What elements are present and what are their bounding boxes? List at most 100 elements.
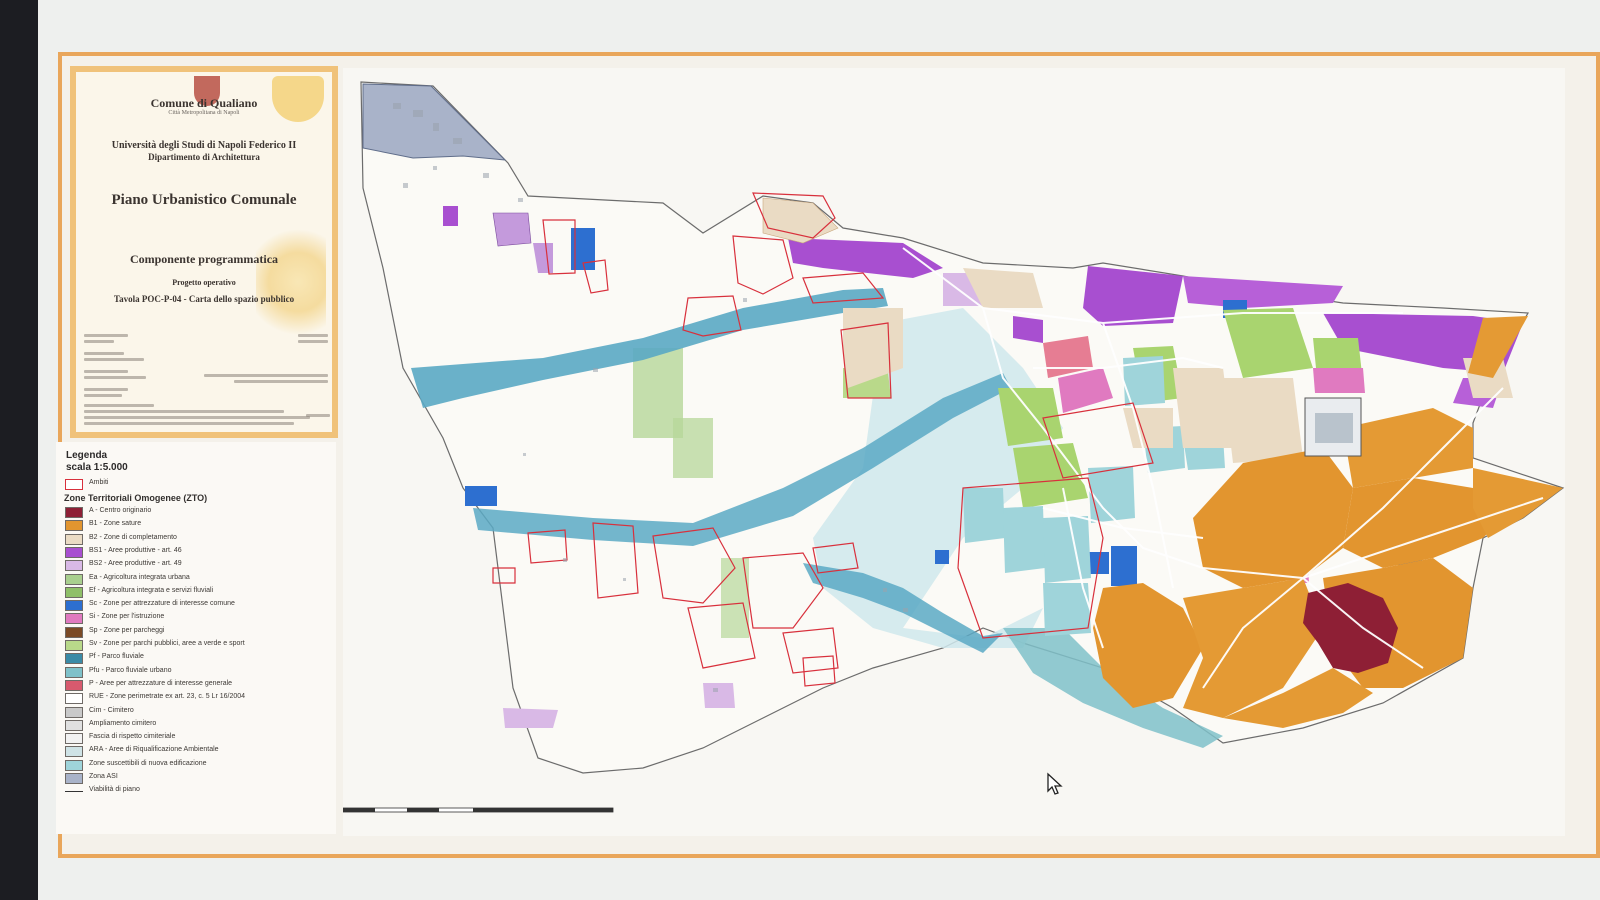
legend-swatch bbox=[65, 573, 83, 585]
legend-item-label: P - Aree per attrezzature di interesse g… bbox=[89, 679, 233, 687]
legend-swatch bbox=[65, 520, 83, 532]
department-name: Dipartimento di Architettura bbox=[148, 152, 260, 162]
legend-item: Viabilità di piano bbox=[65, 785, 335, 798]
ambiti-swatch bbox=[65, 479, 83, 490]
legend-swatch bbox=[65, 773, 83, 784]
legend-item: Fascia di rispetto cimiteriale bbox=[65, 732, 335, 745]
legend-item-label: Si - Zone per l'istruzione bbox=[89, 613, 165, 621]
legend-swatch bbox=[65, 600, 83, 612]
legend-item: Sv - Zone per parchi pubblici, aree a ve… bbox=[65, 639, 335, 652]
legend-item: Cim - Cimitero bbox=[65, 706, 335, 719]
legend-panel: Legenda scala 1:5.000 Ambiti Zone Territ… bbox=[56, 442, 336, 834]
legend-item-label: BS1 - Aree produttive - art. 46 bbox=[89, 546, 182, 554]
legend-item-label: B1 - Zone sature bbox=[89, 520, 142, 528]
legend-item-label: B2 - Zone di completamento bbox=[89, 533, 177, 541]
legend-swatch bbox=[65, 626, 83, 638]
legend-swatch bbox=[65, 666, 83, 678]
legend-item-label: Ef - Agricoltura integrata e servizi flu… bbox=[89, 586, 214, 594]
tavola-title: Tavola POC-P-04 - Carta dello spazio pub… bbox=[113, 294, 295, 304]
zone-pfu bbox=[1003, 506, 1045, 573]
legend-item-label: A - Centro originario bbox=[89, 507, 152, 514]
legend-item: A - Centro originario bbox=[65, 506, 335, 519]
legend-item: RUE - Zone perimetrate ex art. 23, c. 5 … bbox=[65, 692, 335, 705]
map-frame bbox=[343, 68, 1565, 836]
legend-item-label: Zona ASI bbox=[89, 773, 118, 780]
legend-item: Ampliamento cimitero bbox=[65, 719, 335, 732]
legend-swatch bbox=[65, 653, 83, 665]
city-name: Città Metropolitana di Napoli bbox=[168, 110, 240, 116]
legend-item-ambiti: Ambiti bbox=[65, 478, 335, 491]
zone-pfu bbox=[963, 488, 1005, 543]
zone-bs1 bbox=[443, 206, 458, 226]
legend-item-label: Zone suscettibili di nuova edificazione bbox=[89, 759, 207, 767]
legend-swatch bbox=[65, 586, 83, 598]
zone-sc bbox=[465, 486, 497, 506]
legend-swatch bbox=[65, 693, 83, 705]
zto-heading: Zone Territoriali Omogenee (ZTO) bbox=[64, 493, 208, 503]
legend-item-label: Ambiti bbox=[89, 479, 109, 486]
legend-item: Pf - Parco fluviale bbox=[65, 652, 335, 665]
legend-item: Sc - Zone per attrezzature di interesse … bbox=[65, 599, 335, 612]
cemetery-core bbox=[1315, 413, 1353, 443]
mouse-cursor-icon bbox=[1047, 772, 1063, 795]
zone-pfu bbox=[1043, 516, 1091, 583]
plan-title: Piano Urbanistico Comunale bbox=[111, 192, 297, 208]
legend-item: B2 - Zone di completamento bbox=[65, 533, 335, 546]
legend-item-label: Pf - Parco fluviale bbox=[89, 653, 144, 661]
legend-scale: scala 1:5.000 bbox=[66, 462, 128, 473]
zone-sv bbox=[998, 388, 1063, 446]
zone-p bbox=[1313, 368, 1365, 393]
zone-bs1 bbox=[1083, 266, 1183, 326]
legend-item-label: Fascia di rispetto cimiteriale bbox=[89, 733, 176, 741]
legend-item-label: Ea - Agricoltura integrata urbana bbox=[89, 573, 190, 581]
component-title: Componente programmatica bbox=[129, 252, 279, 266]
legend-item: Sp - Zone per parcheggi bbox=[65, 626, 335, 639]
legend-item: Zona ASI bbox=[65, 772, 335, 785]
legend-swatch bbox=[65, 791, 83, 793]
zone-pfu bbox=[1088, 466, 1135, 523]
title-block: Comune di Qualiano Città Metropolitana d… bbox=[70, 66, 338, 438]
zoning-map bbox=[343, 81, 1565, 813]
legend-item: Zone suscettibili di nuova edificazione bbox=[65, 759, 335, 772]
project-subtitle: Progetto operativo bbox=[172, 278, 236, 287]
legend-swatch bbox=[65, 679, 83, 691]
legend-item-label: Cim - Cimitero bbox=[89, 706, 134, 714]
legend-item-label: Sc - Zone per attrezzature di interesse … bbox=[89, 600, 235, 608]
zone-sc bbox=[1111, 546, 1137, 586]
zone-bs2 bbox=[703, 683, 735, 708]
scale-bar bbox=[343, 807, 614, 813]
legend-swatch bbox=[65, 560, 83, 572]
credits-text-block bbox=[84, 330, 330, 430]
legend-item-label: Sv - Zone per parchi pubblici, aree a ve… bbox=[89, 640, 245, 647]
legend-item: Si - Zone per l'istruzione bbox=[65, 612, 335, 625]
legend-item: BS1 - Aree produttive - art. 46 bbox=[65, 546, 335, 559]
legend-swatch bbox=[65, 546, 83, 558]
legend-item-label: Viabilità di piano bbox=[89, 786, 140, 794]
zone-bs1 bbox=[1183, 276, 1343, 308]
university-name: Università degli Studi di Napoli Federic… bbox=[111, 140, 297, 151]
legend-item-label: ARA - Aree di Riqualificazione Ambiental… bbox=[89, 746, 219, 754]
legend-item: ARA - Aree di Riqualificazione Ambiental… bbox=[65, 745, 335, 758]
legend-swatch bbox=[65, 746, 83, 758]
zone-b1 bbox=[1473, 468, 1563, 538]
legend-item-label: BS2 - Aree produttive - art. 49 bbox=[89, 560, 182, 568]
zone-asi bbox=[362, 83, 507, 161]
legend-swatch bbox=[65, 533, 83, 545]
zone-bs2 bbox=[492, 212, 532, 247]
legend-item-label: Ampliamento cimitero bbox=[89, 719, 157, 727]
zone-b2 bbox=[1223, 378, 1303, 463]
legend-item-label: RUE - Zone perimetrate ex art. 23, c. 5 … bbox=[89, 693, 246, 701]
legend-item-label: Pfu - Parco fluviale urbano bbox=[89, 666, 172, 674]
legend-swatch bbox=[65, 759, 83, 771]
legend-item: Ef - Agricoltura integrata e servizi flu… bbox=[65, 586, 335, 599]
legend-item: Pfu - Parco fluviale urbano bbox=[65, 666, 335, 679]
legend-item: BS2 - Aree produttive - art. 49 bbox=[65, 559, 335, 572]
legend-item: Ea - Agricoltura integrata urbana bbox=[65, 573, 335, 586]
legend-swatch bbox=[65, 733, 83, 745]
comune-name: Comune di Qualiano bbox=[150, 96, 258, 110]
legend-title: Legenda bbox=[66, 450, 108, 461]
legend-item: P - Aree per attrezzature di interesse g… bbox=[65, 679, 335, 692]
zone-ea bbox=[673, 418, 713, 478]
legend-swatch bbox=[65, 507, 83, 518]
legend-swatch bbox=[65, 706, 83, 718]
